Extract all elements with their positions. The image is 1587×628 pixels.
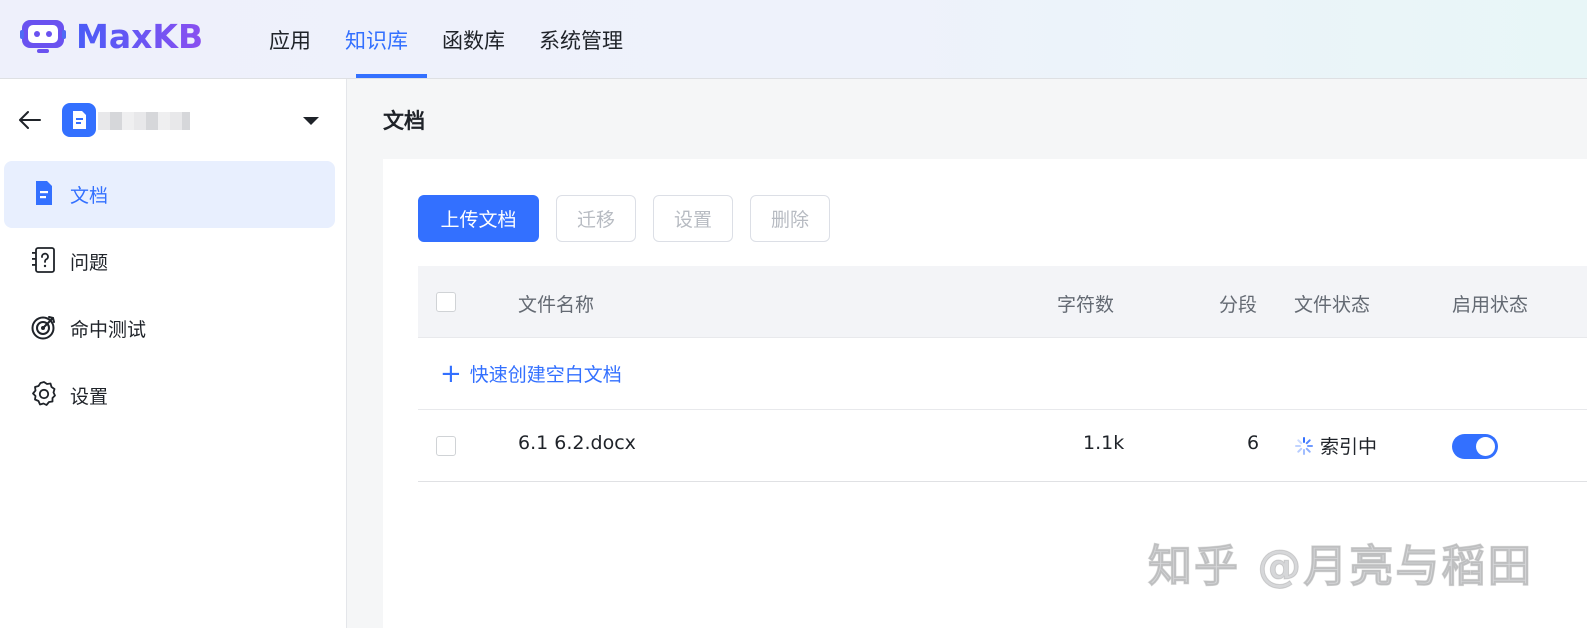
enable-toggle[interactable] (1452, 434, 1498, 459)
document-icon (73, 111, 86, 129)
table-row[interactable]: 6.1 6.2.docx 1.1k 6 索引中 (418, 410, 1587, 482)
brand-name: MaxKB (76, 16, 204, 56)
column-header-name[interactable]: 文件名称 (518, 290, 594, 317)
app-logo[interactable]: MaxKB (20, 16, 203, 56)
segment-count: 6 (1247, 432, 1260, 454)
column-header-file-status[interactable]: 文件状态 (1294, 290, 1370, 317)
main-nav: 应用 知识库 函数库 系统管理 (252, 0, 640, 79)
upload-document-button[interactable]: 上传文档 (418, 195, 539, 242)
top-header: MaxKB 应用 知识库 函数库 系统管理 (0, 0, 1587, 79)
file-name[interactable]: 6.1 6.2.docx (518, 432, 636, 454)
quick-create-blank-document[interactable]: + 快速创建空白文档 (440, 360, 622, 387)
column-header-enabled[interactable]: 启用状态 (1452, 290, 1528, 317)
sidebar: 文档 问题 命中测试 设置 (0, 79, 347, 628)
row-checkbox[interactable] (436, 436, 456, 456)
delete-button[interactable]: 删除 (750, 195, 830, 242)
target-icon (31, 316, 55, 340)
sidebar-item-label: 文档 (70, 185, 109, 207)
nav-item-knowledge[interactable]: 知识库 (328, 0, 425, 79)
question-icon (32, 247, 55, 273)
nav-item-apps[interactable]: 应用 (252, 0, 328, 79)
sidebar-item-hit-test[interactable]: 命中测试 (4, 295, 335, 362)
table-header: 文件名称 字符数 分段 文件状态 启用状态 (418, 266, 1587, 338)
knowledge-base-name[interactable] (98, 112, 190, 130)
file-status: 索引中 (1320, 436, 1378, 458)
sidebar-item-questions[interactable]: 问题 (4, 228, 335, 295)
back-arrow-icon[interactable] (18, 109, 42, 131)
sidebar-item-documents[interactable]: 文档 (4, 161, 335, 228)
toggle-knob (1476, 437, 1495, 456)
knowledge-base-header (0, 79, 347, 159)
sidebar-item-label: 问题 (70, 252, 109, 274)
char-count: 1.1k (1083, 432, 1125, 454)
robot-logo-icon (20, 20, 66, 53)
quick-create-row: + 快速创建空白文档 (418, 338, 1587, 410)
nav-active-indicator (356, 74, 427, 78)
sidebar-item-label: 设置 (70, 386, 109, 408)
documents-table: 文件名称 字符数 分段 文件状态 启用状态 + 快速创建空白文档 6.1 6.2… (418, 266, 1587, 482)
gear-icon (32, 381, 56, 406)
settings-button[interactable]: 设置 (653, 195, 733, 242)
knowledge-base-avatar (62, 103, 96, 137)
page-title: 文档 (383, 109, 425, 133)
sidebar-item-label: 命中测试 (70, 319, 147, 341)
column-header-segments[interactable]: 分段 (1219, 290, 1257, 317)
watermark: 知乎 @月亮与稻田 (1147, 541, 1534, 593)
plus-icon: + (440, 358, 462, 389)
loading-spinner-icon (1295, 437, 1313, 455)
chevron-down-icon[interactable] (303, 117, 319, 125)
sidebar-item-settings[interactable]: 设置 (4, 362, 335, 429)
nav-item-system[interactable]: 系统管理 (522, 0, 640, 79)
quick-create-label: 快速创建空白文档 (469, 364, 622, 386)
select-all-checkbox[interactable] (436, 292, 456, 312)
column-header-chars[interactable]: 字符数 (1057, 290, 1114, 317)
nav-item-functions[interactable]: 函数库 (425, 0, 522, 79)
move-button[interactable]: 迁移 (556, 195, 636, 242)
sidebar-menu: 文档 问题 命中测试 设置 (0, 161, 347, 429)
document-icon (36, 181, 52, 205)
